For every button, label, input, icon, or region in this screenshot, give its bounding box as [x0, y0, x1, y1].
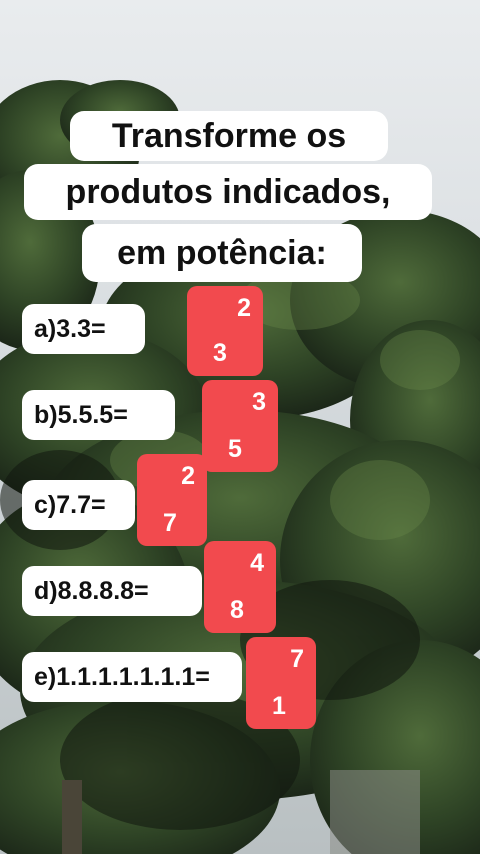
answer-a: 2 3 — [187, 286, 263, 376]
answer-d-exponent: 4 — [250, 549, 264, 577]
question-a: a)3.3= — [22, 304, 145, 354]
question-b: b)5.5.5= — [22, 390, 175, 440]
answer-b: 3 5 — [202, 380, 278, 472]
title-line-2: produtos indicados, — [24, 164, 432, 220]
answer-b-base: 5 — [228, 435, 242, 463]
question-e: e)1.1.1.1.1.1.1= — [22, 652, 242, 702]
answer-b-exponent: 3 — [252, 388, 266, 416]
answer-c-base: 7 — [163, 509, 177, 537]
title-line-1: Transforme os — [70, 111, 388, 161]
answer-a-base: 3 — [213, 339, 227, 367]
answer-a-exponent: 2 — [237, 294, 251, 322]
answer-e: 7 1 — [246, 637, 316, 729]
question-d: d)8.8.8.8= — [22, 566, 202, 616]
answer-c: 2 7 — [137, 454, 207, 546]
answer-d: 4 8 — [204, 541, 276, 633]
answer-e-base: 1 — [272, 692, 286, 720]
answer-e-exponent: 7 — [290, 645, 304, 673]
title-line-3: em potência: — [82, 224, 362, 282]
question-c: c)7.7= — [22, 480, 135, 530]
answer-d-base: 8 — [230, 596, 244, 624]
answer-c-exponent: 2 — [181, 462, 195, 490]
